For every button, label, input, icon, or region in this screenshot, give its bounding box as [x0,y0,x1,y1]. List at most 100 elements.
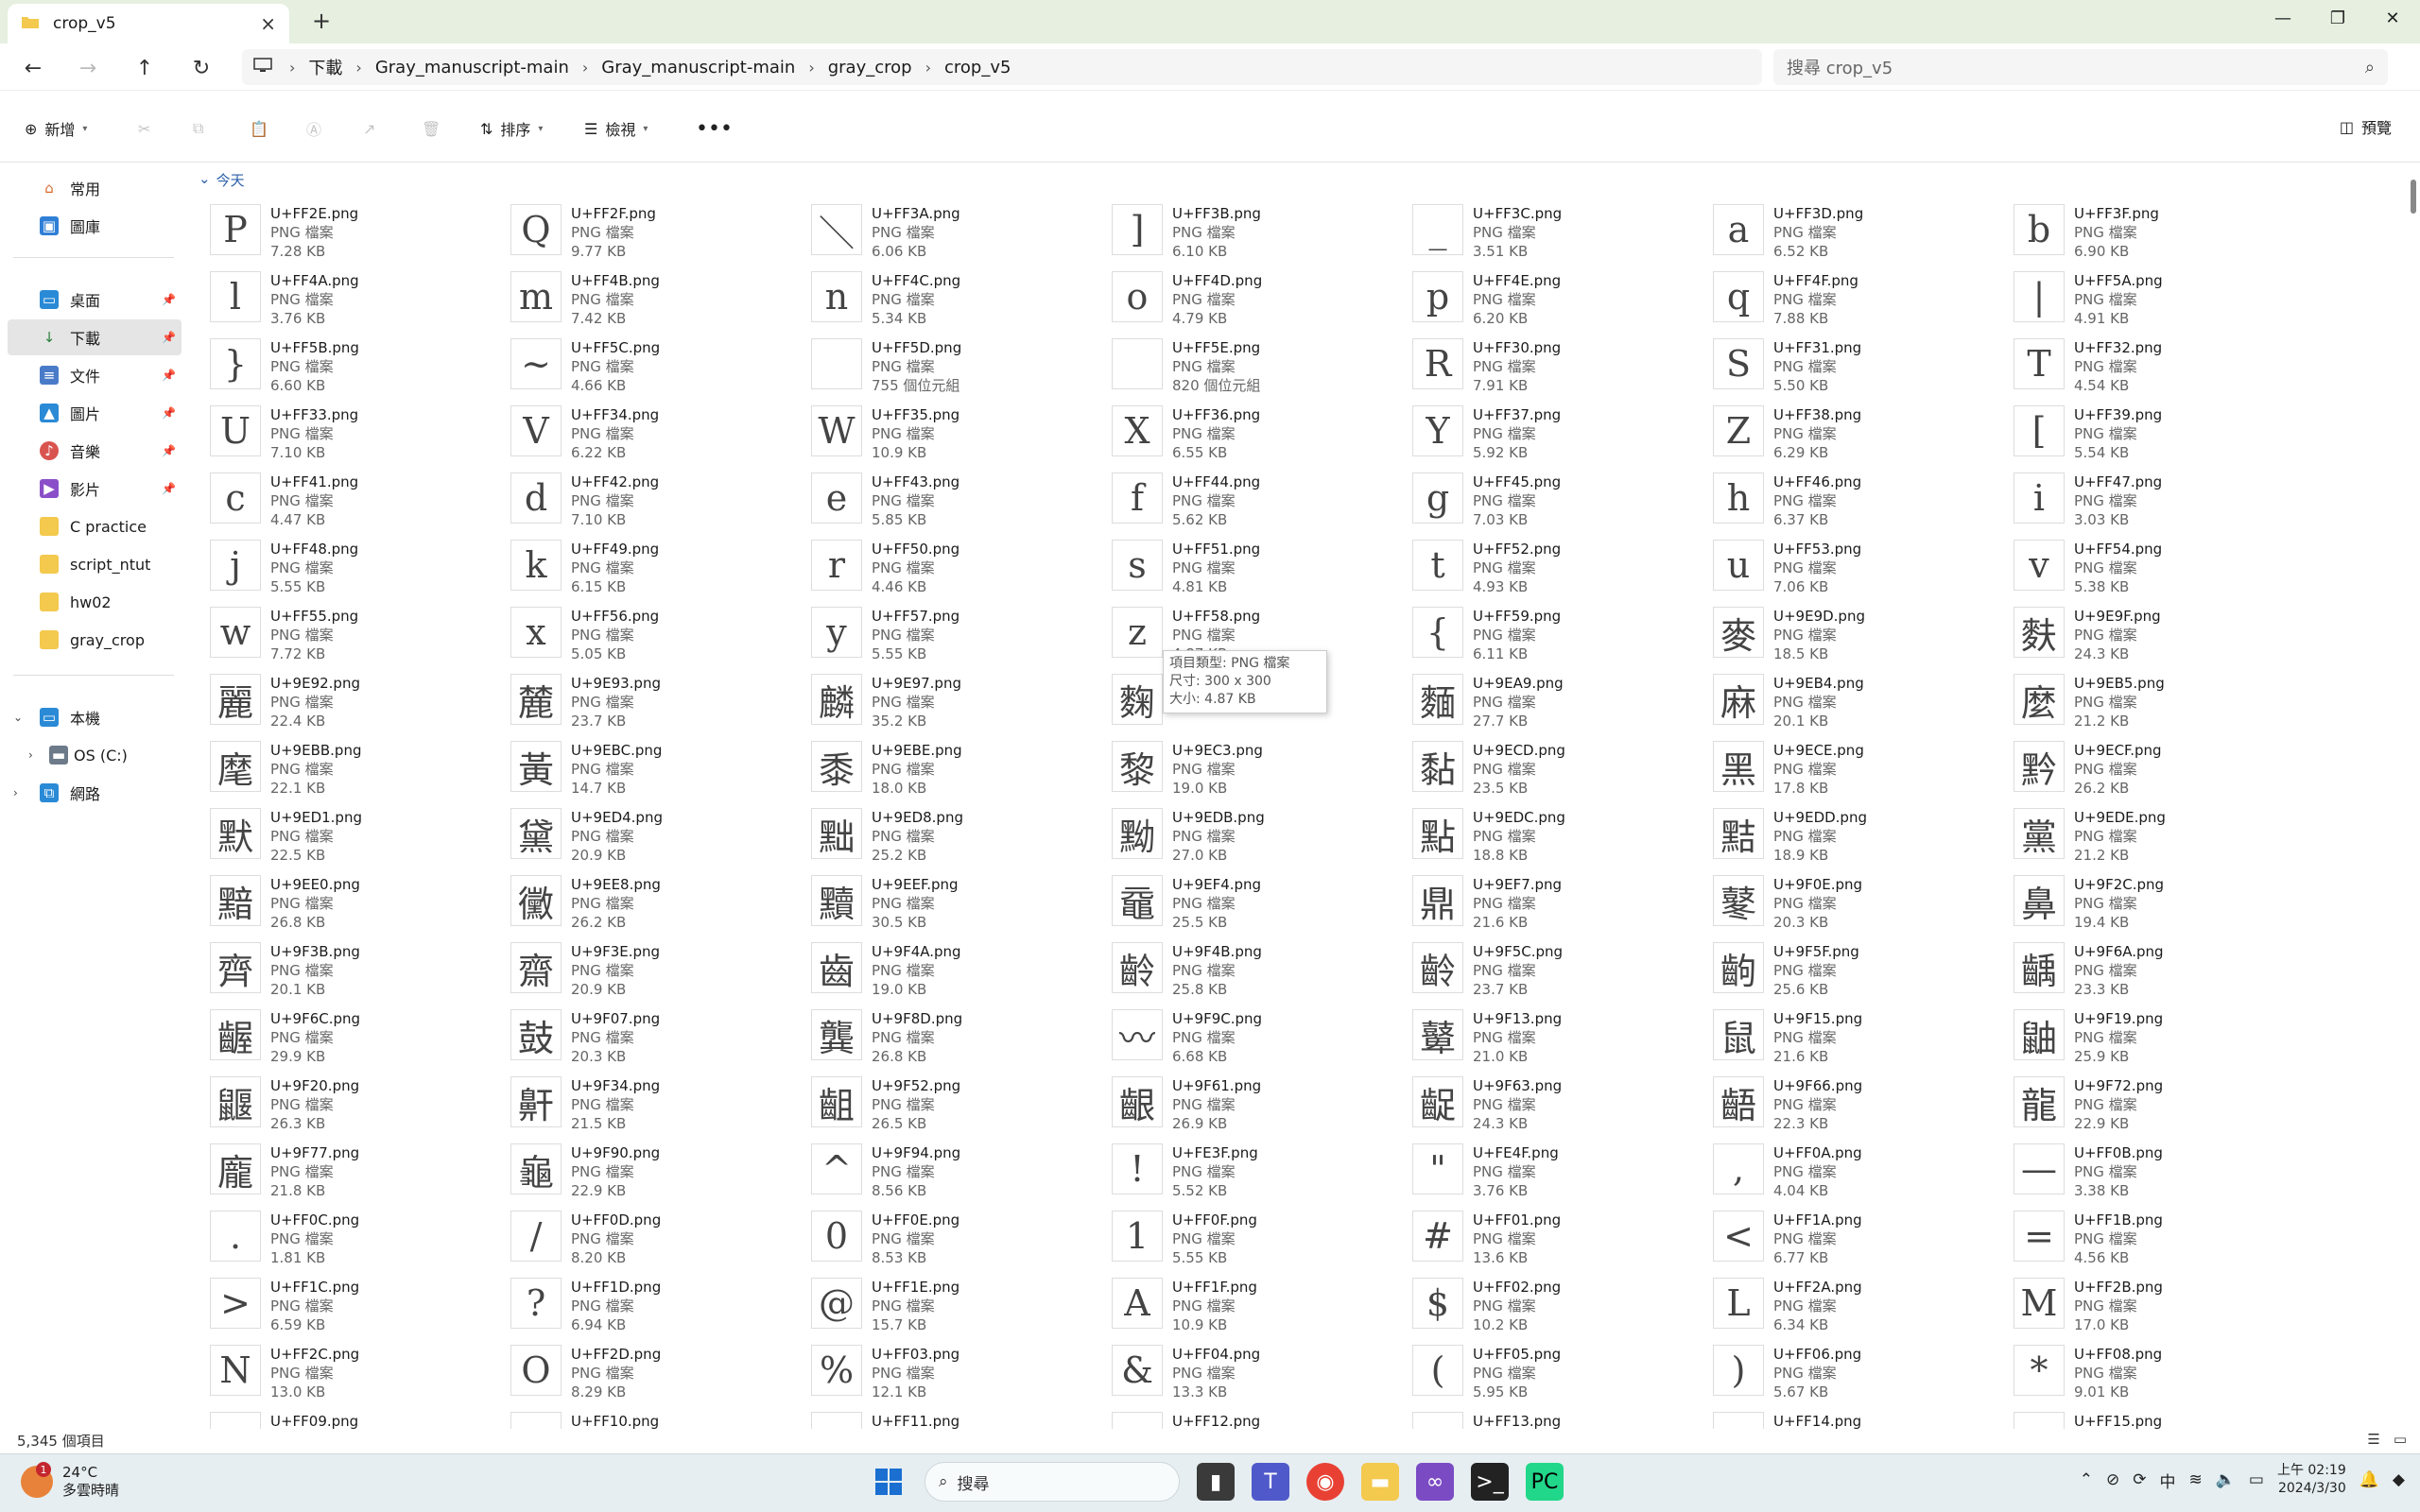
file-item[interactable]: 齒 U+9F4A.png PNG 檔案 19.0 KB [811,936,1112,1004]
file-item[interactable]: 黝 U+9EDB.png PNG 檔案 27.0 KB [1112,802,1412,869]
file-item[interactable]: (U+FF05.png PNG 檔案 5.95 KB [1412,1339,1713,1406]
file-item[interactable]: b U+FF3F.png PNG 檔案 6.90 KB [2014,198,2314,266]
file-item[interactable]: n U+FF4C.png PNG 檔案 5.34 KB [811,266,1112,333]
file-item[interactable]: 麓 U+9E93.png PNG 檔案 23.7 KB [510,668,811,735]
sidebar-item-folder[interactable]: script_ntut [8,546,182,582]
sidebar-item-network[interactable]: › ⧉ 網路 [8,775,182,811]
sidebar-item-home[interactable]: ⌂ 常用 [8,170,182,206]
file-item[interactable]: [U+FF39.png PNG 檔案 5.54 KB [2014,400,2314,467]
file-item[interactable]: d U+FF42.png PNG 檔案 7.10 KB [510,467,811,534]
file-item[interactable]: 〰 U+9F9C.png PNG 檔案 6.68 KB [1112,1004,1412,1071]
file-item[interactable]: U+FF11.png [811,1406,1112,1429]
file-item[interactable]: = U+FF1B.png PNG 檔案 4.56 KB [2014,1205,2314,1272]
file-item[interactable]: } U+FF5B.png PNG 檔案 6.60 KB [210,333,510,400]
battery-icon[interactable]: ▭ [2249,1470,2264,1489]
file-item[interactable]: . U+FF0C.png PNG 檔案 1.81 KB [210,1205,510,1272]
maximize-icon[interactable]: ❐ [2310,0,2365,36]
file-item[interactable]: ＼ U+FF3A.png PNG 檔案 6.06 KB [811,198,1112,266]
file-item[interactable]: > U+FF1C.png PNG 檔案 6.59 KB [210,1272,510,1339]
details-view-icon[interactable]: ☰ [2367,1431,2379,1448]
file-item[interactable]: P U+FF2E.png PNG 檔案 7.28 KB [210,198,510,266]
file-item[interactable]: 齋 U+9F3E.png PNG 檔案 20.9 KB [510,936,811,1004]
file-item[interactable]: ^ U+9F94.png PNG 檔案 8.56 KB [811,1138,1112,1205]
pin-icon[interactable]: 📌 [162,331,176,344]
breadcrumb[interactable]: › 下載 › Gray_manuscript-main › Gray_manus… [242,49,1762,85]
file-item[interactable]: A U+FF1F.png PNG 檔案 10.9 KB [1112,1272,1412,1339]
file-item[interactable]: 默 U+9ED1.png PNG 檔案 22.5 KB [210,802,510,869]
file-item[interactable]: a U+FF3D.png PNG 檔案 6.52 KB [1713,198,2014,266]
file-item[interactable]: 龜 U+9F90.png PNG 檔案 22.9 KB [510,1138,811,1205]
file-item[interactable]: ! U+FE3F.png PNG 檔案 5.52 KB [1112,1138,1412,1205]
pin-icon[interactable]: 📌 [162,406,176,420]
new-tab-button[interactable]: + [306,6,337,36]
file-item[interactable]: @ U+FF1E.png PNG 檔案 15.7 KB [811,1272,1112,1339]
terminal-icon[interactable]: >_ [1471,1463,1509,1501]
file-item[interactable]: 鼠 U+9F15.png PNG 檔案 21.6 KB [1713,1004,2014,1071]
sort-button[interactable]: ⇅ 排序 ▾ [480,115,543,142]
file-item[interactable]: 鼾 U+9F34.png PNG 檔案 21.5 KB [510,1071,811,1138]
minimize-icon[interactable]: — [2256,0,2310,36]
file-item[interactable]: 0 U+FF0E.png PNG 檔案 8.53 KB [811,1205,1112,1272]
file-item[interactable]: y U+FF57.png PNG 檔案 5.55 KB [811,601,1112,668]
file-item[interactable]: 麗 U+9E92.png PNG 檔案 22.4 KB [210,668,510,735]
new-button[interactable]: ⊕ 新增 ▾ [25,115,87,142]
teams-icon[interactable]: T [1252,1463,1289,1501]
file-item[interactable]: 黑 U+9ECE.png PNG 檔案 17.8 KB [1713,735,2014,802]
close-window-icon[interactable]: ✕ [2365,0,2420,36]
file-item[interactable]: 黏 U+9ECD.png PNG 檔案 23.5 KB [1412,735,1713,802]
vpn-icon[interactable]: ⊘ [2106,1470,2119,1489]
file-item[interactable]: | U+FF5A.png PNG 檔案 4.91 KB [2014,266,2314,333]
file-item[interactable]: 1 U+FF0F.png PNG 檔案 5.55 KB [1112,1205,1412,1272]
file-item[interactable]: 麵 U+9EA9.png PNG 檔案 27.7 KB [1412,668,1713,735]
window-tab[interactable]: crop_v5 × [8,4,289,43]
file-item[interactable]: 黷 U+9EEF.png PNG 檔案 30.5 KB [811,869,1112,936]
file-item[interactable]: h U+FF46.png PNG 檔案 6.37 KB [1713,467,2014,534]
search-input[interactable]: 搜尋 crop_v5 ⌕ [1773,49,2388,85]
file-item[interactable]: 點 U+9EDC.png PNG 檔案 18.8 KB [1412,802,1713,869]
sidebar-item-folder[interactable]: gray_crop [8,622,182,658]
pycharm-icon[interactable]: PC [1526,1463,1564,1501]
breadcrumb-item[interactable]: crop_v5 [931,58,1024,77]
file-item[interactable]: 鼓 U+9F07.png PNG 檔案 20.3 KB [510,1004,811,1071]
file-item[interactable]: 麥 U+9E9D.png PNG 檔案 18.5 KB [1713,601,2014,668]
preview-pane-button[interactable]: ◫ 預覽 [2340,115,2392,138]
file-item[interactable]: 鼎 U+9EF7.png PNG 檔案 21.6 KB [1412,869,1713,936]
file-item[interactable]: " U+FE4F.png PNG 檔案 3.76 KB [1412,1138,1713,1205]
file-item[interactable]: 黨 U+9EDE.png PNG 檔案 21.2 KB [2014,802,2314,869]
back-icon[interactable]: ← [19,55,47,81]
view-button[interactable]: ☰ 檢視 ▾ [584,115,648,142]
sidebar-item-folder[interactable]: hw02 [8,584,182,620]
file-item[interactable]: r U+FF50.png PNG 檔案 4.46 KB [811,534,1112,601]
pin-icon[interactable]: 📌 [162,482,176,495]
sidebar-item-desktop[interactable]: ▭ 桌面 📌 [8,282,182,318]
file-item[interactable]: o U+FF4D.png PNG 檔案 4.79 KB [1112,266,1412,333]
file-item[interactable]: / U+FF0D.png PNG 檔案 8.20 KB [510,1205,811,1272]
file-item[interactable]: c U+FF41.png PNG 檔案 4.47 KB [210,467,510,534]
file-item[interactable]: U+FF12.png [1112,1406,1412,1429]
file-item[interactable]: 黛 U+9ED4.png PNG 檔案 20.9 KB [510,802,811,869]
sidebar-item-pictures[interactable]: ▲ 圖片 📌 [8,395,182,431]
file-item[interactable]: k U+FF49.png PNG 檔案 6.15 KB [510,534,811,601]
file-item[interactable]: U+FF15.png [2014,1406,2314,1429]
tiles-view-icon[interactable]: ▭ [2394,1431,2407,1448]
wifi-icon[interactable]: ≋ [2188,1470,2202,1489]
file-item[interactable]: 齟 U+9F52.png PNG 檔案 26.5 KB [811,1071,1112,1138]
sidebar-item-videos[interactable]: ▶ 影片 📌 [8,471,182,507]
file-item[interactable]: q U+FF4F.png PNG 檔案 7.88 KB [1713,266,2014,333]
file-item[interactable]: 麻 U+9EB4.png PNG 檔案 20.1 KB [1713,668,2014,735]
file-item[interactable]: < U+FF1A.png PNG 檔案 6.77 KB [1713,1205,2014,1272]
volume-icon[interactable]: 🔈 [2216,1470,2236,1489]
file-item[interactable]: 黔 U+9ECF.png PNG 檔案 26.2 KB [2014,735,2314,802]
file-item[interactable]: j U+FF48.png PNG 檔案 5.55 KB [210,534,510,601]
file-item[interactable]: 齡 U+9F4B.png PNG 檔案 25.8 KB [1112,936,1412,1004]
file-item[interactable]: t U+FF52.png PNG 檔案 4.93 KB [1412,534,1713,601]
file-explorer-icon[interactable]: ▬ [1361,1463,1399,1501]
file-item[interactable]: 龔 U+9F8D.png PNG 檔案 26.8 KB [811,1004,1112,1071]
file-item[interactable]: 麩 U+9E9F.png PNG 檔案 24.3 KB [2014,601,2314,668]
file-item[interactable]: T U+FF32.png PNG 檔案 4.54 KB [2014,333,2314,400]
sidebar-item-music[interactable]: ♪ 音樂 📌 [8,433,182,469]
file-item[interactable]: 黃 U+9EBC.png PNG 檔案 14.7 KB [510,735,811,802]
file-item[interactable]: U+FF13.png [1412,1406,1713,1429]
file-item[interactable]: 黍 U+9EBE.png PNG 檔案 18.0 KB [811,735,1112,802]
chevron-up-icon[interactable]: ⌃ [2080,1470,2093,1489]
